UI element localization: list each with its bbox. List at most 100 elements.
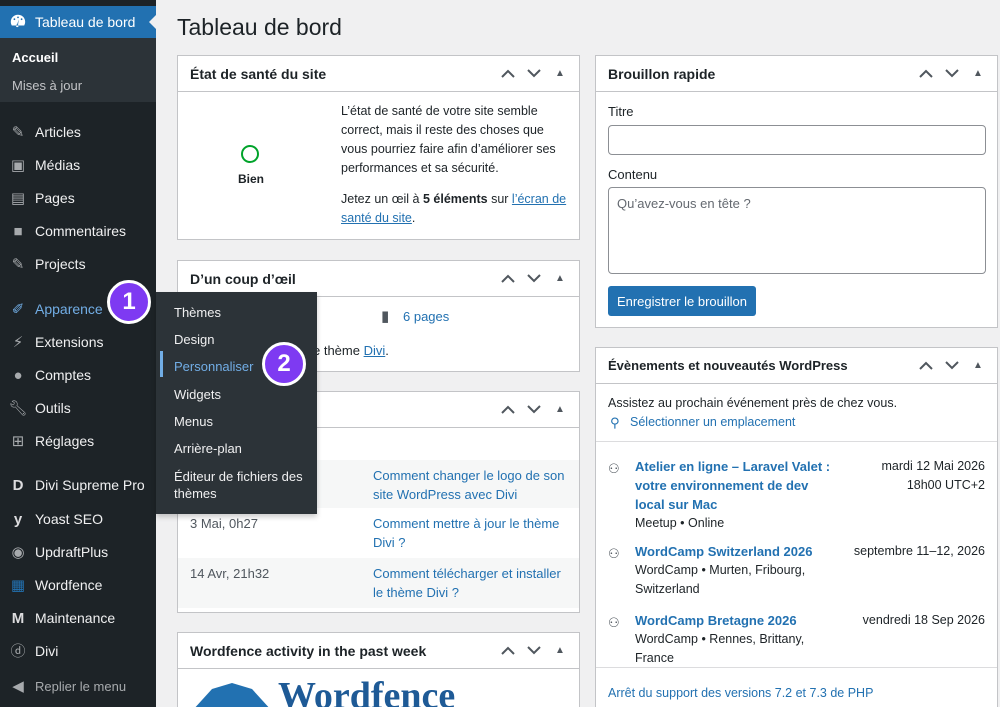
triangle-up-icon[interactable]: ▲ [547,273,573,284]
nav-wordfence[interactable]: ▦ Wordfence [0,570,156,600]
widget-header: État de santé du site ▲ [178,56,579,92]
chevron-up-icon[interactable] [913,361,939,370]
nav-maintenance[interactable]: M Maintenance [0,603,156,633]
event-date: septembre 11–12, 2026 [853,544,985,558]
widget-title: Évènements et nouveautés WordPress [608,358,848,373]
health-description: L’état de santé de votre site semble cor… [341,104,556,175]
nav-projects[interactable]: ✎ Projects [0,249,156,279]
chevron-up-icon[interactable] [495,646,521,655]
widget-title: D’un coup d’œil [190,270,296,287]
nav-label: Articles [35,124,81,140]
event-title-link[interactable]: WordCamp Switzerland 2026 [635,542,835,561]
draft-title-input[interactable] [608,125,986,155]
nav-medias[interactable]: ▣ Médias [0,150,156,180]
chevron-down-icon[interactable] [521,69,547,78]
event-meta: WordCamp • Rennes, Brittany, France [635,632,805,665]
page-icon: ▤ [10,189,26,207]
triangle-up-icon[interactable]: ▲ [547,645,573,656]
issue-count: 5 éléments [422,192,488,206]
flyout-item-background[interactable]: Arrière-plan [174,440,309,457]
plugin-icon: ⚡ [12,333,24,351]
event-title-link[interactable]: Atelier en ligne – Laravel Valet : votre… [635,457,835,514]
chevron-down-icon[interactable] [521,405,547,414]
nav-label: Replier le menu [35,678,127,694]
news-link[interactable]: Arrêt du support des versions 7.2 et 7.3… [608,684,873,703]
divi-supreme-icon: D [12,476,24,494]
brush-icon: ✐ [11,300,25,318]
nav-label: UpdraftPlus [35,544,109,560]
triangle-up-icon[interactable]: ▲ [965,360,991,371]
text: . [411,211,416,225]
activity-post-link[interactable]: Comment télécharger et installer le thèm… [373,564,573,602]
nav-comments[interactable]: ■ Commentaires [0,216,156,246]
collapse-icon: ◀ [12,677,24,695]
collapse-menu-button[interactable]: ◀ Replier le menu [0,671,156,701]
select-location-link[interactable]: Sélectionner un emplacement [630,413,795,432]
save-draft-button[interactable]: Enregistrer le brouillon [608,286,756,316]
event-date: vendredi 18 Sep 2026 [862,613,985,627]
widget-header: Évènements et nouveautés WordPress ▲ [596,348,997,384]
chevron-up-icon[interactable] [495,274,521,283]
nav-comptes[interactable]: ● Comptes [0,360,156,390]
event-title-link[interactable]: WordCamp Bretagne 2026 [635,611,835,630]
text: . [385,343,389,358]
annotation-badge-2: 2 [262,342,306,386]
chevron-up-icon[interactable] [495,405,521,414]
flyout-item-widgets[interactable]: Widgets [174,386,309,403]
flyout-item-menus[interactable]: Menus [174,413,309,430]
meetup-icon: ⚇ [608,461,620,476]
nav-extensions[interactable]: ⚡ Extensions [0,327,156,357]
event-date: mardi 12 Mai 2026 [881,459,985,473]
text: Jetez un œil à [341,192,423,206]
widget-controls: ▲ [495,404,573,415]
nav-label: Médias [35,157,81,173]
nav-label: Pages [35,190,75,206]
nav-yoast[interactable]: y Yoast SEO [0,504,156,534]
wordfence-logo-text: Wordfence [278,675,456,707]
wordcamp-icon: ⚇ [608,546,620,561]
nav-updraft[interactable]: ◉ UpdraftPlus [0,537,156,567]
health-status-circle-icon [241,145,259,163]
chevron-down-icon[interactable] [939,69,965,78]
events-intro: Assistez au prochain événement près de c… [608,396,898,410]
chevron-down-icon[interactable] [521,274,547,283]
admin-sidebar: Tableau de bord Accueil Mises à jour ✎ A… [0,0,156,707]
triangle-up-icon[interactable]: ▲ [547,68,573,79]
divider [596,441,997,442]
submenu-updates[interactable]: Mises à jour [12,78,82,93]
nav-label: Maintenance [35,610,116,626]
nav-label: Divi Supreme Pro [35,477,145,493]
activity-post-link[interactable]: Comment mettre à jour le thème Divi ? [373,514,573,552]
nav-dashboard[interactable]: Tableau de bord [0,6,156,38]
submenu-accueil[interactable]: Accueil [12,50,58,65]
widget-body: Wordfence [178,669,579,707]
draft-content-textarea[interactable]: Qu’avez-vous en tête ? [608,187,986,274]
chevron-up-icon[interactable] [913,69,939,78]
nav-articles[interactable]: ✎ Articles [0,117,156,147]
widget-controls: ▲ [913,360,991,371]
chevron-up-icon[interactable] [495,69,521,78]
flyout-item-themes[interactable]: Thèmes [174,304,309,321]
triangle-up-icon[interactable]: ▲ [547,404,573,415]
divider [596,667,997,668]
content-label: Contenu [608,167,658,182]
nav-label: Divi [35,643,59,659]
theme-link[interactable]: Divi [364,343,386,358]
pages-count-link[interactable]: 6 pages [403,307,449,326]
nav-reglages[interactable]: ⊞ Réglages [0,426,156,456]
activity-post-link[interactable]: Comment changer le logo de son site Word… [373,466,573,504]
nav-label: Commentaires [35,223,127,239]
nav-divi[interactable]: ⓓ Divi [0,636,156,666]
pages-icon: ▮ [381,308,390,325]
title-label: Titre [608,104,634,119]
user-icon: ● [13,366,23,384]
wordcamp-icon: ⚇ [608,615,620,630]
activity-date: 3 Mai, 0h27 [190,516,258,531]
nav-outils[interactable]: 🔧︎ Outils [0,393,156,423]
flyout-item-theme-editor[interactable]: Éditeur de fichiers des thèmes [174,468,309,502]
triangle-up-icon[interactable]: ▲ [965,68,991,79]
nav-pages[interactable]: ▤ Pages [0,183,156,213]
chevron-down-icon[interactable] [939,361,965,370]
chevron-down-icon[interactable] [521,646,547,655]
nav-divi-supreme[interactable]: D Divi Supreme Pro [0,470,156,500]
